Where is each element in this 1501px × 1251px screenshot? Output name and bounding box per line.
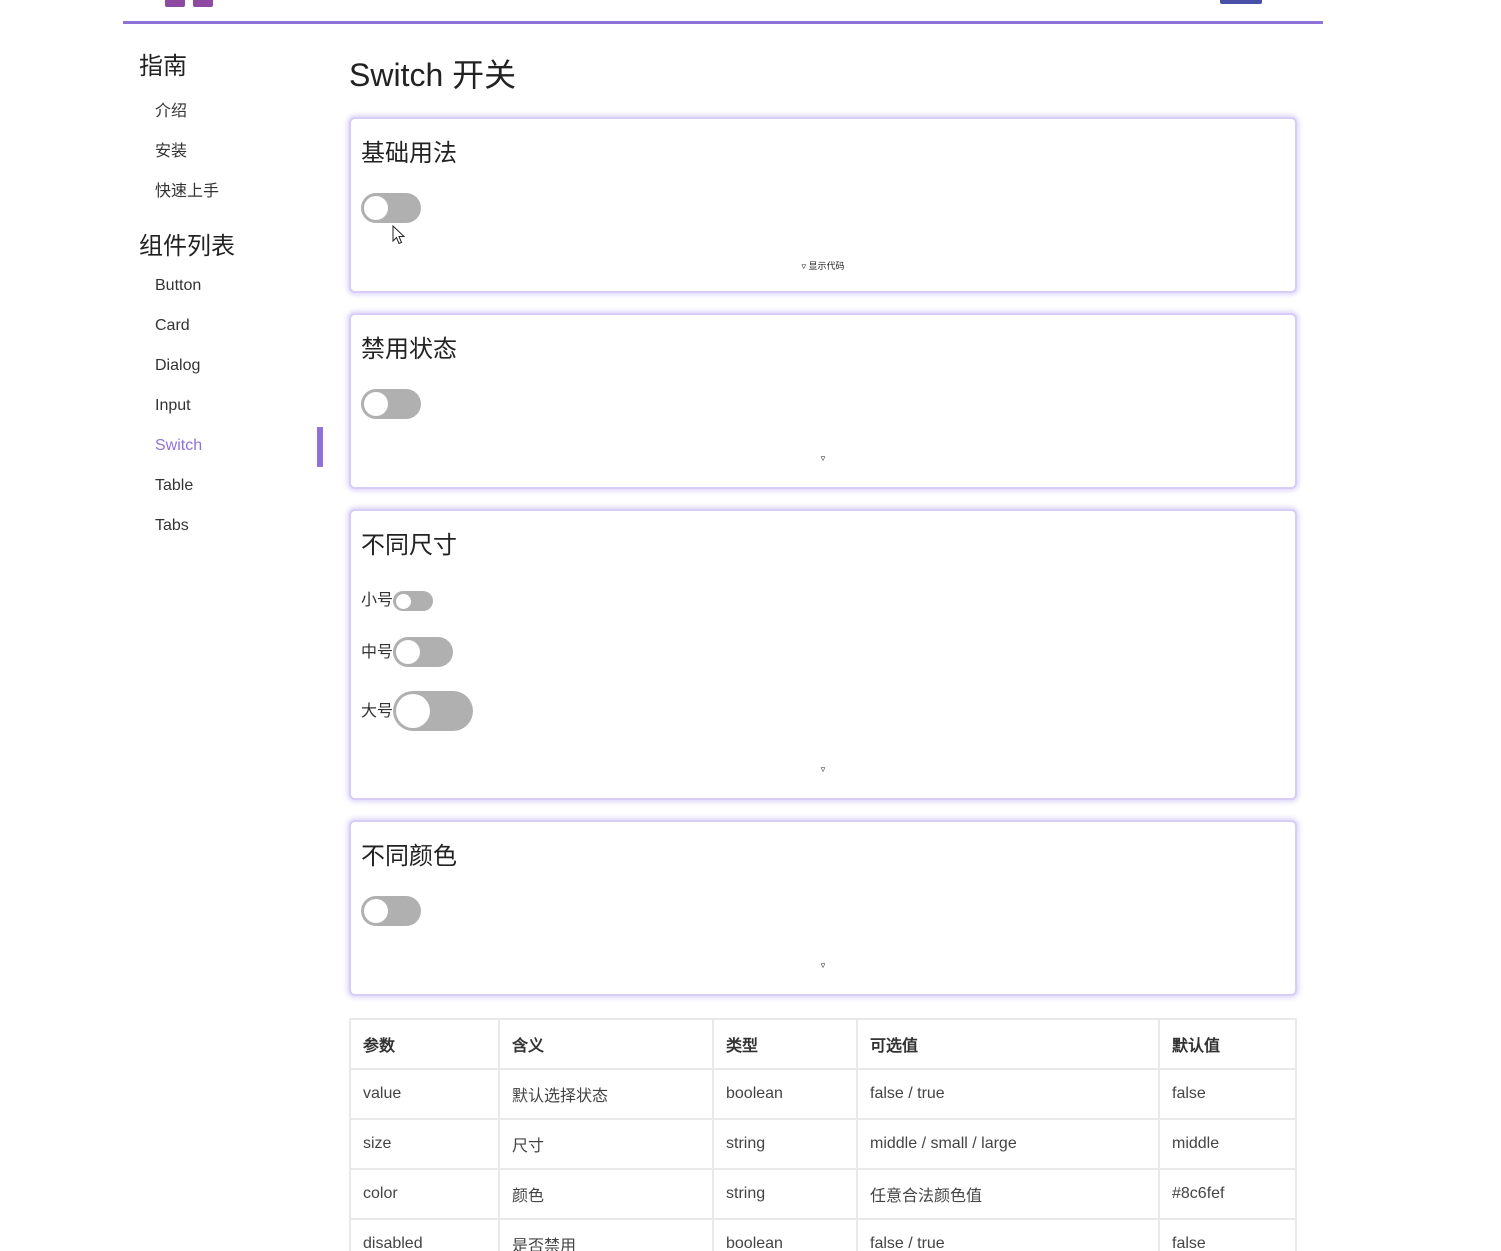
table-cell: string bbox=[712, 1118, 858, 1170]
basic-switch[interactable] bbox=[361, 193, 421, 223]
table-cell: size bbox=[349, 1118, 500, 1170]
switch-knob bbox=[396, 640, 420, 664]
large-switch[interactable] bbox=[393, 691, 473, 731]
table-row: disabled 是否禁用 boolean false / true false bbox=[349, 1218, 1297, 1251]
demo-card-sizes: 不同尺寸 小号 中号 大号 ▿ bbox=[349, 509, 1297, 800]
table-cell: 尺寸 bbox=[498, 1118, 714, 1170]
show-code-toggle[interactable]: ▿ bbox=[351, 764, 1295, 775]
table-cell: string bbox=[712, 1168, 858, 1220]
small-switch[interactable] bbox=[393, 591, 433, 611]
table-cell: 是否禁用 bbox=[498, 1218, 714, 1251]
size-label-medium: 中号 bbox=[361, 644, 394, 661]
switch-knob bbox=[364, 392, 388, 416]
demo-card-title: 基础用法 bbox=[361, 140, 457, 167]
table-row: value 默认选择状态 boolean false / true false bbox=[349, 1068, 1297, 1120]
table-cell: false / true bbox=[856, 1068, 1160, 1120]
table-header-row: 参数 含义 类型 可选值 默认值 bbox=[349, 1018, 1297, 1070]
top-nav-button[interactable] bbox=[1220, 0, 1262, 4]
table-row: size 尺寸 string middle / small / large mi… bbox=[349, 1118, 1297, 1170]
show-code-toggle[interactable]: ▿ bbox=[351, 960, 1295, 971]
table-row: color 颜色 string 任意合法颜色值 #8c6fef bbox=[349, 1168, 1297, 1220]
sidebar-item-quickstart[interactable]: 快速上手 bbox=[155, 177, 219, 201]
table-cell: color bbox=[349, 1168, 500, 1220]
table-cell: disabled bbox=[349, 1218, 500, 1251]
size-label-large: 大号 bbox=[361, 703, 394, 720]
demo-card-basic: 基础用法 ▿ 显示代码 bbox=[349, 117, 1297, 293]
table-header-cell: 可选值 bbox=[856, 1018, 1160, 1070]
table-cell: middle bbox=[1158, 1118, 1297, 1170]
table-cell: false bbox=[1158, 1218, 1297, 1251]
switch-knob bbox=[364, 899, 388, 923]
table-header-cell: 类型 bbox=[712, 1018, 858, 1070]
table-header-cell: 参数 bbox=[349, 1018, 500, 1070]
switch-knob bbox=[396, 694, 430, 728]
table-cell: 颜色 bbox=[498, 1168, 714, 1220]
demo-card-title: 不同颜色 bbox=[361, 843, 457, 870]
sidebar-item-button[interactable]: Button bbox=[155, 277, 201, 295]
sidebar-heading-components: 组件列表 bbox=[139, 233, 235, 260]
api-table: 参数 含义 类型 可选值 默认值 value 默认选择状态 boolean fa… bbox=[349, 1018, 1297, 1251]
demo-card-title: 禁用状态 bbox=[361, 336, 457, 363]
table-cell: boolean bbox=[712, 1068, 858, 1120]
sidebar-item-install[interactable]: 安装 bbox=[155, 137, 187, 161]
page-title: Switch 开关 bbox=[349, 57, 517, 93]
sidebar-item-switch[interactable]: Switch bbox=[155, 437, 202, 455]
logo-icon[interactable] bbox=[165, 0, 213, 7]
table-cell: value bbox=[349, 1068, 500, 1120]
table-cell: 默认选择状态 bbox=[498, 1068, 714, 1120]
demo-card-title: 不同尺寸 bbox=[361, 532, 457, 559]
switch-knob bbox=[396, 593, 411, 609]
show-code-toggle[interactable]: ▿ bbox=[351, 453, 1295, 464]
table-header-cell: 含义 bbox=[498, 1018, 714, 1070]
top-bar bbox=[123, 0, 1323, 24]
sidebar-item-intro[interactable]: 介绍 bbox=[155, 97, 187, 121]
sidebar-item-card[interactable]: Card bbox=[155, 317, 190, 335]
sidebar-active-indicator bbox=[317, 427, 323, 467]
sidebar-heading-guide: 指南 bbox=[139, 53, 187, 80]
sidebar-item-input[interactable]: Input bbox=[155, 397, 191, 415]
demo-card-disabled: 禁用状态 ▿ bbox=[349, 313, 1297, 489]
sidebar-item-tabs[interactable]: Tabs bbox=[155, 517, 189, 535]
show-code-toggle[interactable]: ▿ 显示代码 bbox=[351, 259, 1295, 272]
demo-card-colors: 不同颜色 ▿ bbox=[349, 820, 1297, 996]
sidebar-item-table[interactable]: Table bbox=[155, 477, 193, 495]
table-cell: boolean bbox=[712, 1218, 858, 1251]
disabled-switch[interactable] bbox=[361, 389, 421, 419]
table-cell: middle / small / large bbox=[856, 1118, 1160, 1170]
medium-switch[interactable] bbox=[393, 637, 453, 667]
table-cell: false / true bbox=[856, 1218, 1160, 1251]
sidebar-item-dialog[interactable]: Dialog bbox=[155, 357, 200, 375]
table-cell: false bbox=[1158, 1068, 1297, 1120]
mouse-pointer-icon bbox=[392, 225, 406, 245]
table-header-cell: 默认值 bbox=[1158, 1018, 1297, 1070]
color-switch[interactable] bbox=[361, 896, 421, 926]
size-label-small: 小号 bbox=[361, 592, 394, 609]
table-cell: 任意合法颜色值 bbox=[856, 1168, 1160, 1220]
switch-knob bbox=[364, 196, 388, 220]
table-cell: #8c6fef bbox=[1158, 1168, 1297, 1220]
